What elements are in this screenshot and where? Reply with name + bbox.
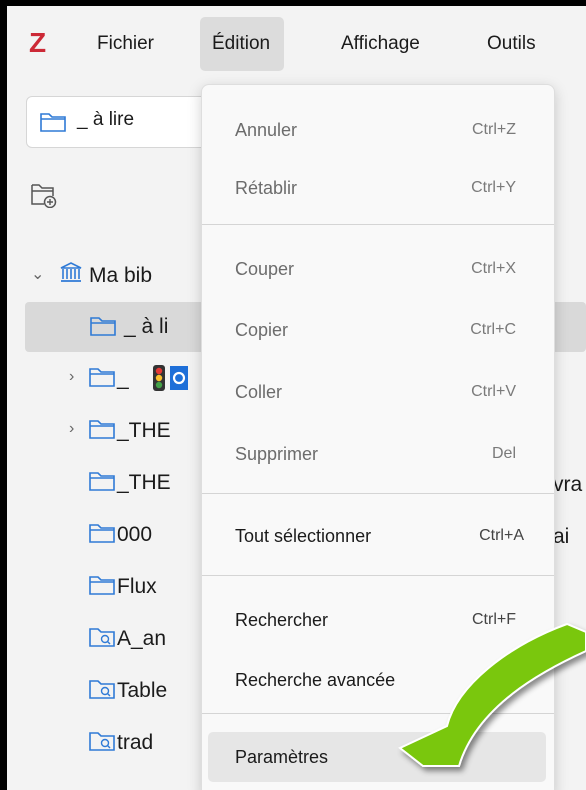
app-window: Z Fichier Édition Affichage Outils _ à l… xyxy=(7,6,586,790)
green-arrow-annotation xyxy=(398,622,586,767)
